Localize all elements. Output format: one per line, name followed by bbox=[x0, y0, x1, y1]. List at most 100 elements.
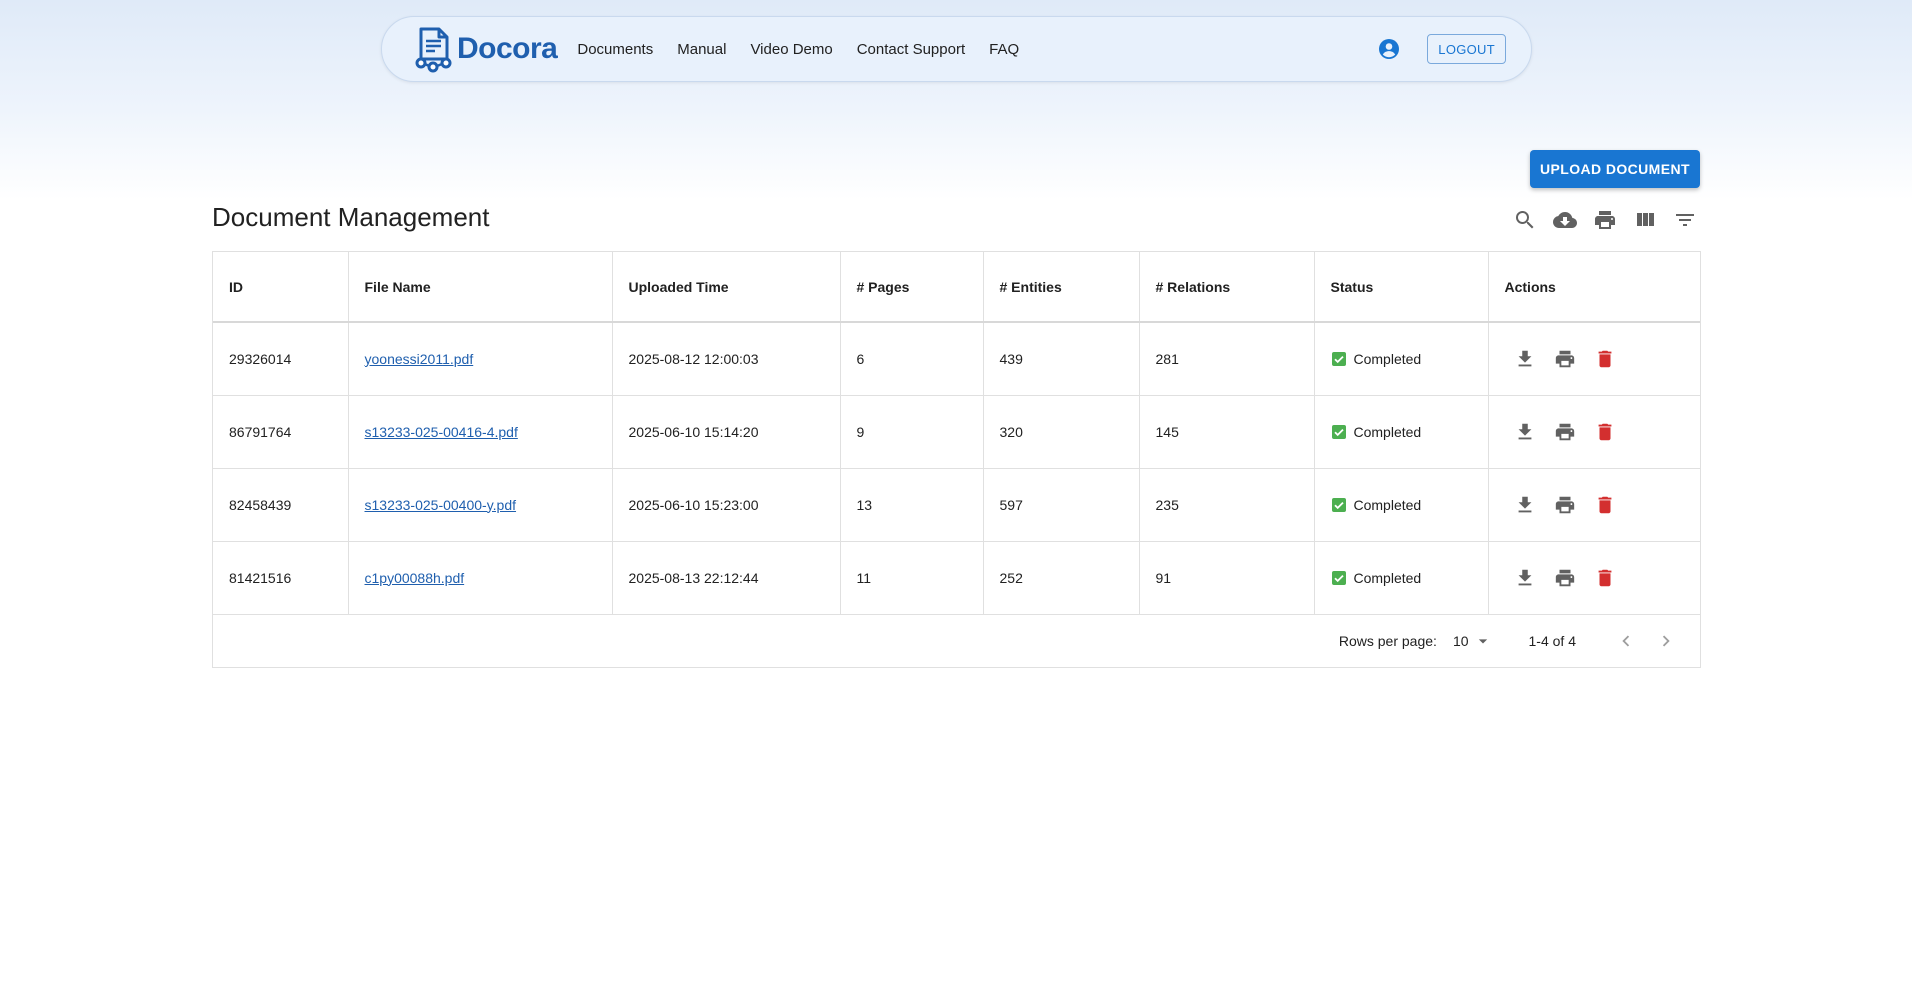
logout-button[interactable]: LOGOUT bbox=[1427, 34, 1506, 64]
print-icon bbox=[1555, 423, 1574, 440]
cell-relations: 91 bbox=[1139, 541, 1315, 615]
status-badge: Completed bbox=[1331, 424, 1488, 440]
cell-uploaded-time: 2025-06-10 15:14:20 bbox=[612, 395, 841, 469]
arrow-drop-down-icon bbox=[1478, 639, 1487, 644]
row-actions bbox=[1505, 344, 1701, 374]
cell-id: 29326014 bbox=[213, 322, 349, 396]
print-document-button[interactable] bbox=[1545, 490, 1585, 520]
cell-pages: 11 bbox=[840, 541, 984, 615]
row-actions bbox=[1505, 417, 1701, 447]
download-document-button[interactable] bbox=[1505, 344, 1545, 374]
page-title: Document Management bbox=[212, 202, 490, 232]
chevron-left-icon bbox=[1622, 635, 1630, 647]
nav-link-contact-support[interactable]: Contact Support bbox=[857, 41, 965, 58]
filter-icon bbox=[1676, 214, 1694, 226]
cell-id: 82458439 bbox=[213, 468, 349, 542]
delete-document-button[interactable] bbox=[1585, 490, 1625, 520]
column-header-entities[interactable]: # Entities bbox=[983, 252, 1140, 323]
filter-table-button[interactable] bbox=[1665, 205, 1705, 235]
cell-pages: 13 bbox=[840, 468, 984, 542]
column-header-file-name[interactable]: File Name bbox=[348, 252, 613, 323]
print-document-button[interactable] bbox=[1545, 344, 1585, 374]
cell-file-name: s13233-025-00416-4.pdf bbox=[348, 395, 613, 469]
upload-document-button[interactable]: UPLOAD DOCUMENT bbox=[1530, 150, 1700, 188]
status-text: Completed bbox=[1353, 569, 1422, 586]
table-row: 86791764 s13233-025-00416-4.pdf 2025-06-10… bbox=[213, 395, 1701, 469]
cell-status: Completed bbox=[1314, 541, 1489, 615]
print-icon bbox=[1555, 350, 1574, 367]
cloud-download-icon bbox=[1553, 212, 1577, 228]
download-document-button[interactable] bbox=[1505, 563, 1545, 593]
cell-id: 81421516 bbox=[213, 541, 349, 615]
cell-status: Completed bbox=[1314, 395, 1489, 469]
column-header-uploaded-time[interactable]: Uploaded Time bbox=[612, 252, 841, 323]
check-box-icon bbox=[1331, 424, 1346, 439]
cell-uploaded-time: 2025-06-10 15:23:00 bbox=[612, 468, 841, 542]
table-toolbar bbox=[1505, 205, 1705, 235]
cell-relations: 235 bbox=[1139, 468, 1315, 542]
cell-actions bbox=[1488, 322, 1701, 396]
cell-entities: 439 bbox=[983, 322, 1140, 396]
column-header-relations[interactable]: # Relations bbox=[1139, 252, 1315, 323]
print-icon bbox=[1595, 211, 1615, 229]
rows-per-page-select[interactable]: 10 bbox=[1453, 631, 1493, 651]
check-box-icon bbox=[1331, 570, 1346, 585]
cell-entities: 597 bbox=[983, 468, 1140, 542]
cell-id: 86791764 bbox=[213, 395, 349, 469]
cell-status: Completed bbox=[1314, 468, 1489, 542]
nav-link-faq[interactable]: FAQ bbox=[989, 41, 1019, 58]
file-name-link[interactable]: s13233-025-00400-y.pdf bbox=[365, 497, 517, 513]
top-navbar: Docora Documents Manual Video Demo Conta… bbox=[381, 16, 1532, 82]
table-row: 82458439 s13233-025-00400-y.pdf 2025-06-10… bbox=[213, 468, 1701, 542]
brand-logo[interactable]: Docora bbox=[413, 25, 558, 73]
download-csv-button[interactable] bbox=[1545, 205, 1585, 235]
download-document-button[interactable] bbox=[1505, 417, 1545, 447]
table-header-row: ID File Name Uploaded Time # Pages # Ent… bbox=[213, 252, 1700, 323]
delete-icon bbox=[1598, 423, 1611, 440]
print-document-button[interactable] bbox=[1545, 563, 1585, 593]
nav-links: Documents Manual Video Demo Contact Supp… bbox=[577, 41, 1043, 58]
file-name-link[interactable]: yoonessi2011.pdf bbox=[365, 351, 474, 367]
delete-icon bbox=[1598, 569, 1611, 586]
cell-uploaded-time: 2025-08-12 12:00:03 bbox=[612, 322, 841, 396]
nav-link-manual[interactable]: Manual bbox=[677, 41, 726, 58]
cell-entities: 252 bbox=[983, 541, 1140, 615]
file-name-link[interactable]: s13233-025-00416-4.pdf bbox=[365, 424, 518, 440]
cell-file-name: s13233-025-00400-y.pdf bbox=[348, 468, 613, 542]
download-icon bbox=[1518, 496, 1531, 512]
download-document-button[interactable] bbox=[1505, 490, 1545, 520]
column-header-status[interactable]: Status bbox=[1314, 252, 1489, 323]
delete-document-button[interactable] bbox=[1585, 344, 1625, 374]
nav-link-documents[interactable]: Documents bbox=[577, 41, 653, 58]
column-header-pages[interactable]: # Pages bbox=[840, 252, 984, 323]
view-columns-button[interactable] bbox=[1625, 205, 1665, 235]
cell-relations: 281 bbox=[1139, 322, 1315, 396]
download-icon bbox=[1518, 423, 1531, 439]
account-circle-icon[interactable] bbox=[1377, 37, 1401, 61]
delete-icon bbox=[1598, 350, 1611, 367]
column-header-id[interactable]: ID bbox=[213, 252, 349, 323]
nav-link-video-demo[interactable]: Video Demo bbox=[750, 41, 832, 58]
cell-actions bbox=[1488, 395, 1701, 469]
check-box-icon bbox=[1331, 351, 1346, 366]
table-row: 29326014 yoonessi2011.pdf 2025-08-12 12:00… bbox=[213, 322, 1701, 396]
documents-table: ID File Name Uploaded Time # Pages # Ent… bbox=[212, 251, 1701, 668]
download-icon bbox=[1518, 569, 1531, 585]
next-page-button[interactable] bbox=[1646, 623, 1686, 659]
document-logo-icon bbox=[415, 27, 452, 73]
delete-document-button[interactable] bbox=[1585, 417, 1625, 447]
chevron-right-icon bbox=[1662, 635, 1670, 647]
row-actions bbox=[1505, 490, 1701, 520]
status-text: Completed bbox=[1353, 496, 1422, 513]
file-name-link[interactable]: c1py00088h.pdf bbox=[365, 570, 465, 586]
row-actions bbox=[1505, 563, 1701, 593]
previous-page-button[interactable] bbox=[1606, 623, 1646, 659]
status-badge: Completed bbox=[1331, 570, 1488, 586]
delete-document-button[interactable] bbox=[1585, 563, 1625, 593]
print-table-button[interactable] bbox=[1585, 205, 1625, 235]
pagination-range: 1-4 of 4 bbox=[1528, 633, 1576, 649]
status-text: Completed bbox=[1353, 350, 1422, 367]
print-document-button[interactable] bbox=[1545, 417, 1585, 447]
search-icon bbox=[1516, 211, 1534, 229]
search-button[interactable] bbox=[1505, 205, 1545, 235]
